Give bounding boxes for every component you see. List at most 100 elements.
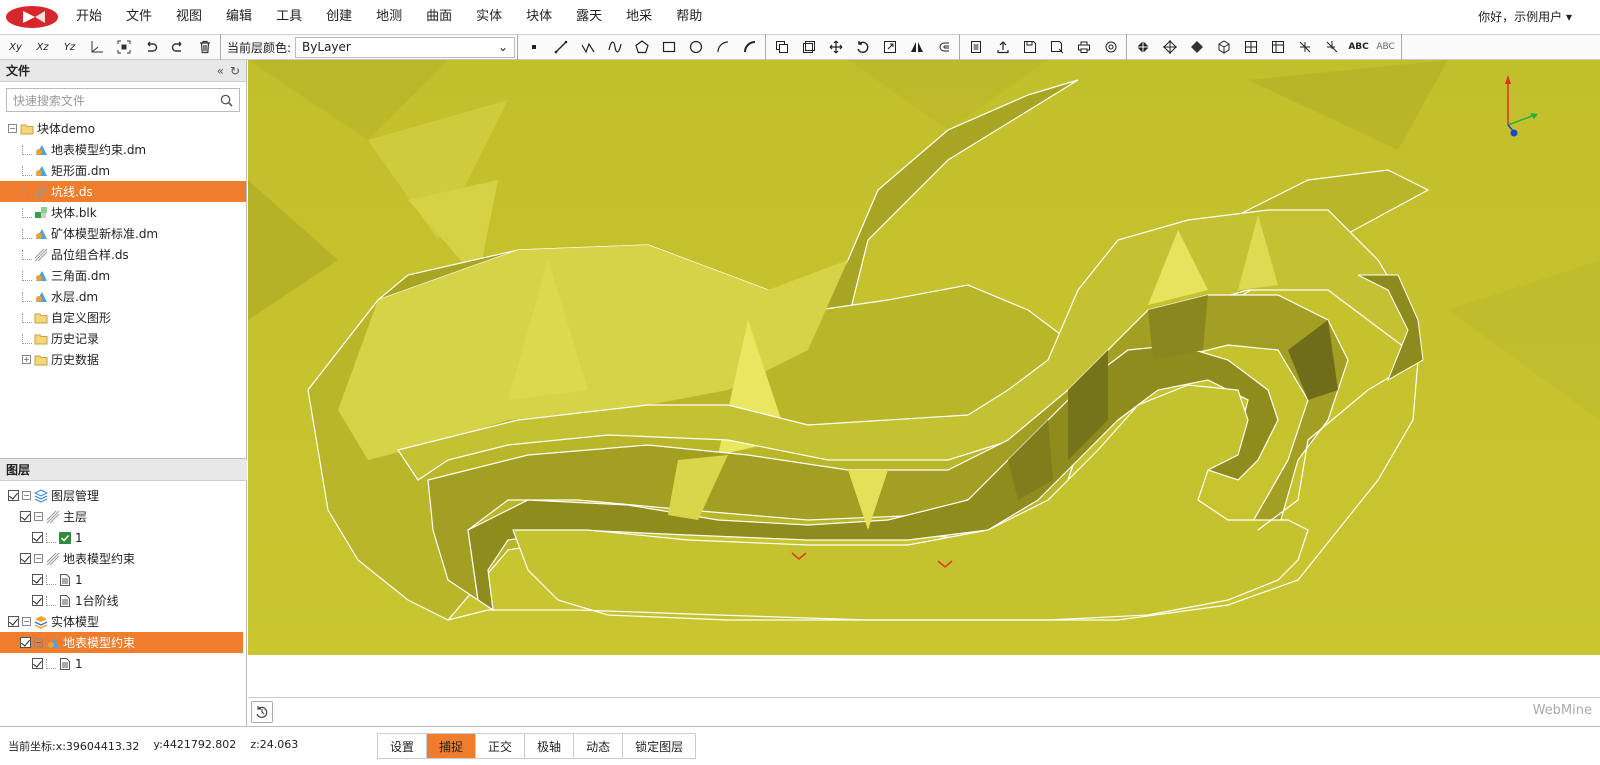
menu-item-1[interactable]: 文件 (114, 0, 164, 34)
draw-line-button[interactable] (547, 36, 574, 58)
scale-button[interactable] (876, 36, 903, 58)
redo-button[interactable] (164, 36, 191, 58)
file-tree-item[interactable]: 水层.dm (0, 286, 246, 307)
draw-curve-button[interactable] (601, 36, 628, 58)
file-tree-item[interactable]: − 块体demo (0, 118, 246, 139)
snap-table-button[interactable] (1264, 36, 1291, 58)
layer-tree-item[interactable]: 1 (0, 527, 247, 548)
status-toggle-3[interactable]: 极轴 (524, 733, 575, 759)
expander-icon[interactable]: − (34, 638, 43, 647)
refresh-icon[interactable]: ↻ (230, 64, 240, 78)
snap-grid-button[interactable] (1237, 36, 1264, 58)
file-tree-item[interactable]: 品位组合样.ds (0, 244, 246, 265)
file-tree-item[interactable]: 地表模型约束.dm (0, 139, 246, 160)
file-tree-item[interactable]: 历史记录 (0, 328, 246, 349)
view-yz-button[interactable]: Yz (56, 36, 83, 58)
collapse-icon[interactable]: « (217, 64, 224, 78)
layer-tree-item[interactable]: − 地表模型约束 (0, 548, 247, 569)
zoom-extent-button[interactable] (110, 36, 137, 58)
delete-button[interactable] (191, 36, 218, 58)
axis-view-button[interactable] (83, 36, 110, 58)
draw-polygon-button[interactable] (628, 36, 655, 58)
print-button[interactable] (1070, 36, 1097, 58)
offset-button[interactable] (795, 36, 822, 58)
target-button[interactable] (1097, 36, 1124, 58)
layer-tree-item[interactable]: − 实体模型 (0, 611, 247, 632)
layer-visibility-checkbox[interactable] (32, 658, 43, 669)
layer-tree-item[interactable]: 1台阶线 (0, 590, 247, 611)
snap-intersect-button[interactable] (1291, 36, 1318, 58)
label-text-button[interactable]: ABC (1345, 36, 1372, 58)
label-text2-button[interactable]: ABC (1372, 36, 1399, 58)
status-toggle-5[interactable]: 锁定图层 (622, 733, 697, 759)
menu-item-11[interactable]: 地采 (614, 0, 664, 34)
layer-color-select[interactable]: ByLayer ⌄ (295, 36, 516, 58)
file-tree-item[interactable]: 块体.blk (0, 202, 246, 223)
user-menu[interactable]: 你好，示例用户 ▾ (1478, 0, 1572, 34)
properties-button[interactable] (962, 36, 989, 58)
move-button[interactable] (822, 36, 849, 58)
draw-polyline-button[interactable] (574, 36, 601, 58)
file-tree-item[interactable]: 矿体模型新标准.dm (0, 223, 246, 244)
layer-visibility-checkbox[interactable] (8, 616, 19, 627)
file-tree-item[interactable]: 坑线.ds (0, 181, 246, 202)
menu-item-6[interactable]: 地测 (364, 0, 414, 34)
layer-visibility-checkbox[interactable] (20, 637, 31, 648)
layer-visibility-checkbox[interactable] (32, 595, 43, 606)
search-icon[interactable] (220, 94, 233, 107)
menu-item-10[interactable]: 露天 (564, 0, 614, 34)
menu-item-0[interactable]: 开始 (64, 0, 114, 34)
layer-visibility-checkbox[interactable] (32, 574, 43, 585)
file-tree-item[interactable]: + 历史数据 (0, 349, 246, 370)
file-search-input[interactable]: 快速搜索文件 (6, 88, 240, 112)
history-button[interactable] (251, 701, 273, 723)
menu-item-8[interactable]: 实体 (464, 0, 514, 34)
status-toggle-2[interactable]: 正交 (475, 733, 526, 759)
draw-arc2-button[interactable] (736, 36, 763, 58)
expander-icon[interactable]: − (22, 617, 31, 626)
layer-tree-item[interactable]: − 地表模型约束 (0, 632, 243, 653)
menu-item-2[interactable]: 视图 (164, 0, 214, 34)
layer-visibility-checkbox[interactable] (32, 532, 43, 543)
snap-perpendicular-button[interactable] (1318, 36, 1345, 58)
draw-arc-button[interactable] (709, 36, 736, 58)
rotate-button[interactable] (849, 36, 876, 58)
file-tree-item[interactable]: 自定义图形 (0, 307, 246, 328)
export-button[interactable] (989, 36, 1016, 58)
undo-button[interactable] (137, 36, 164, 58)
menu-item-7[interactable]: 曲面 (414, 0, 464, 34)
expander-icon[interactable]: − (8, 124, 17, 133)
snap-node-button[interactable] (1129, 36, 1156, 58)
expander-icon[interactable]: − (34, 554, 43, 563)
expander-icon[interactable]: − (34, 512, 43, 521)
layer-tree-item[interactable]: 1 (0, 653, 247, 674)
status-toggle-1[interactable]: 捕捉 (426, 733, 477, 759)
save-button[interactable] (1016, 36, 1043, 58)
3d-viewport[interactable] (248, 60, 1600, 655)
layer-tree-item[interactable]: − 主层 (0, 506, 247, 527)
snap-vertex-button[interactable] (1183, 36, 1210, 58)
status-toggle-4[interactable]: 动态 (573, 733, 624, 759)
expander-icon[interactable]: + (22, 355, 31, 364)
app-logo[interactable] (0, 0, 64, 34)
menu-item-12[interactable]: 帮助 (664, 0, 714, 34)
copy-button[interactable] (768, 36, 795, 58)
layer-visibility-checkbox[interactable] (20, 511, 31, 522)
expander-icon[interactable]: − (22, 491, 31, 500)
draw-point-button[interactable] (520, 36, 547, 58)
snap-center-button[interactable] (1156, 36, 1183, 58)
snap-solid-button[interactable] (1210, 36, 1237, 58)
layer-visibility-checkbox[interactable] (20, 553, 31, 564)
view-xz-button[interactable]: Xz (29, 36, 56, 58)
menu-item-3[interactable]: 编辑 (214, 0, 264, 34)
menu-item-5[interactable]: 创建 (314, 0, 364, 34)
file-tree-item[interactable]: 三角面.dm (0, 265, 246, 286)
layer-tree-item[interactable]: 1 (0, 569, 247, 590)
status-toggle-0[interactable]: 设置 (377, 733, 428, 759)
view-xy-button[interactable]: Xy (2, 36, 29, 58)
draw-rectangle-button[interactable] (655, 36, 682, 58)
mirror-button[interactable] (903, 36, 930, 58)
menu-item-9[interactable]: 块体 (514, 0, 564, 34)
file-tree-item[interactable]: 矩形面.dm (0, 160, 246, 181)
draw-circle-button[interactable] (682, 36, 709, 58)
